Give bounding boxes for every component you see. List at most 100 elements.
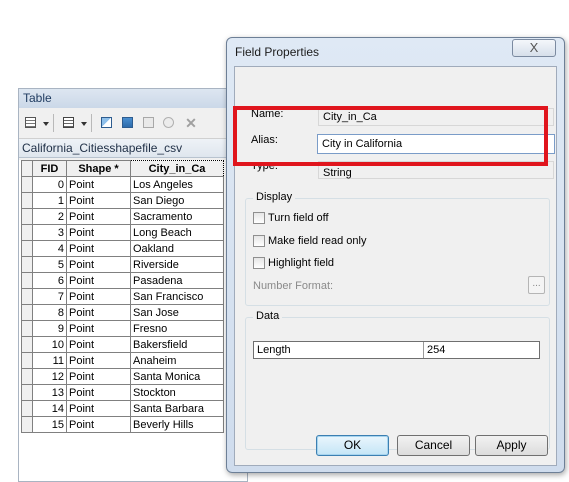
cell-shape[interactable]: Point bbox=[66, 320, 131, 337]
delete-selected-icon[interactable]: ✕ bbox=[183, 115, 199, 131]
table-row[interactable]: 12 Point Santa Monica bbox=[21, 368, 224, 385]
table-options-icon[interactable] bbox=[23, 115, 39, 131]
cell-fid[interactable]: 6 bbox=[32, 272, 67, 289]
apply-button[interactable]: Apply bbox=[475, 435, 548, 456]
row-selector[interactable] bbox=[21, 240, 33, 257]
cell-fid[interactable]: 10 bbox=[32, 336, 67, 353]
cell-shape[interactable]: Point bbox=[66, 176, 131, 193]
cell-shape[interactable]: Point bbox=[66, 400, 131, 417]
table-row[interactable]: 13 Point Stockton bbox=[21, 384, 224, 401]
cell-city[interactable]: Fresno bbox=[130, 320, 224, 337]
cell-city[interactable]: San Diego bbox=[130, 192, 224, 209]
table-row[interactable]: 1 Point San Diego bbox=[21, 192, 224, 209]
cell-shape[interactable]: Point bbox=[66, 384, 131, 401]
row-selector[interactable] bbox=[21, 416, 33, 433]
table-row[interactable]: 15 Point Beverly Hills bbox=[21, 416, 224, 433]
cell-shape[interactable]: Point bbox=[66, 288, 131, 305]
table-row[interactable]: 7 Point San Francisco bbox=[21, 288, 224, 305]
data-property-value[interactable]: 254 bbox=[424, 342, 539, 358]
table-row[interactable]: 8 Point San Jose bbox=[21, 304, 224, 321]
cell-city[interactable]: Santa Barbara bbox=[130, 400, 224, 417]
cell-city[interactable]: Santa Monica bbox=[130, 368, 224, 385]
cell-shape[interactable]: Point bbox=[66, 304, 131, 321]
cell-shape[interactable]: Point bbox=[66, 256, 131, 273]
cell-city[interactable]: Los Angeles bbox=[130, 176, 224, 193]
row-selector[interactable] bbox=[21, 192, 33, 209]
cell-fid[interactable]: 4 bbox=[32, 240, 67, 257]
cell-shape[interactable]: Point bbox=[66, 416, 131, 433]
table-row[interactable]: 4 Point Oakland bbox=[21, 240, 224, 257]
cell-city[interactable]: Beverly Hills bbox=[130, 416, 224, 433]
table-options-dropdown-icon[interactable] bbox=[43, 122, 49, 126]
close-button[interactable]: X bbox=[512, 39, 556, 57]
clear-selection-icon[interactable] bbox=[141, 115, 157, 131]
table-row[interactable]: 11 Point Anaheim bbox=[21, 352, 224, 369]
row-selector[interactable] bbox=[21, 176, 33, 193]
cell-fid[interactable]: 1 bbox=[32, 192, 67, 209]
cell-shape[interactable]: Point bbox=[66, 272, 131, 289]
table-row[interactable]: 3 Point Long Beach bbox=[21, 224, 224, 241]
related-tables-dropdown-icon[interactable] bbox=[81, 122, 87, 126]
row-selector[interactable] bbox=[21, 320, 33, 337]
cell-fid[interactable]: 2 bbox=[32, 208, 67, 225]
select-by-attributes-icon[interactable] bbox=[99, 115, 115, 131]
cell-city[interactable]: San Jose bbox=[130, 304, 224, 321]
cell-city[interactable]: San Francisco bbox=[130, 288, 224, 305]
cell-fid[interactable]: 9 bbox=[32, 320, 67, 337]
cell-shape[interactable]: Point bbox=[66, 192, 131, 209]
column-header-city[interactable]: City_in_Ca bbox=[130, 160, 224, 177]
highlight-field-checkbox[interactable] bbox=[253, 257, 265, 269]
cell-fid[interactable]: 15 bbox=[32, 416, 67, 433]
cell-city[interactable]: Anaheim bbox=[130, 352, 224, 369]
cell-fid[interactable]: 7 bbox=[32, 288, 67, 305]
cell-fid[interactable]: 5 bbox=[32, 256, 67, 273]
zoom-to-selected-icon[interactable] bbox=[161, 115, 177, 131]
table-row[interactable]: 2 Point Sacramento bbox=[21, 208, 224, 225]
ok-button[interactable]: OK bbox=[316, 435, 389, 456]
row-selector[interactable] bbox=[21, 256, 33, 273]
table-row[interactable]: 10 Point Bakersfield bbox=[21, 336, 224, 353]
cell-shape[interactable]: Point bbox=[66, 368, 131, 385]
cell-shape[interactable]: Point bbox=[66, 208, 131, 225]
cell-fid[interactable]: 0 bbox=[32, 176, 67, 193]
table-row[interactable]: 9 Point Fresno bbox=[21, 320, 224, 337]
cell-shape[interactable]: Point bbox=[66, 224, 131, 241]
cell-city[interactable]: Riverside bbox=[130, 256, 224, 273]
cell-city[interactable]: Pasadena bbox=[130, 272, 224, 289]
cell-city[interactable]: Sacramento bbox=[130, 208, 224, 225]
row-selector[interactable] bbox=[21, 224, 33, 241]
table-row[interactable]: 0 Point Los Angeles bbox=[21, 176, 224, 193]
table-row[interactable]: 6 Point Pasadena bbox=[21, 272, 224, 289]
cell-city[interactable]: Long Beach bbox=[130, 224, 224, 241]
cancel-button[interactable]: Cancel bbox=[397, 435, 470, 456]
row-selector[interactable] bbox=[21, 272, 33, 289]
cell-fid[interactable]: 11 bbox=[32, 352, 67, 369]
row-selector-header[interactable] bbox=[21, 160, 33, 177]
cell-shape[interactable]: Point bbox=[66, 240, 131, 257]
number-format-button[interactable]: ... bbox=[528, 276, 545, 294]
row-selector[interactable] bbox=[21, 368, 33, 385]
cell-shape[interactable]: Point bbox=[66, 336, 131, 353]
table-row[interactable]: 14 Point Santa Barbara bbox=[21, 400, 224, 417]
cell-city[interactable]: Stockton bbox=[130, 384, 224, 401]
column-header-shape[interactable]: Shape * bbox=[66, 160, 131, 177]
cell-fid[interactable]: 8 bbox=[32, 304, 67, 321]
row-selector[interactable] bbox=[21, 288, 33, 305]
cell-shape[interactable]: Point bbox=[66, 352, 131, 369]
row-selector[interactable] bbox=[21, 208, 33, 225]
cell-fid[interactable]: 12 bbox=[32, 368, 67, 385]
table-tab[interactable]: California_Citiesshapefile_csv bbox=[19, 139, 247, 158]
row-selector[interactable] bbox=[21, 336, 33, 353]
switch-selection-icon[interactable] bbox=[120, 115, 136, 131]
read-only-checkbox[interactable] bbox=[253, 235, 265, 247]
row-selector[interactable] bbox=[21, 352, 33, 369]
row-selector[interactable] bbox=[21, 384, 33, 401]
row-selector[interactable] bbox=[21, 304, 33, 321]
cell-city[interactable]: Bakersfield bbox=[130, 336, 224, 353]
row-selector[interactable] bbox=[21, 400, 33, 417]
related-tables-icon[interactable] bbox=[61, 115, 77, 131]
cell-fid[interactable]: 13 bbox=[32, 384, 67, 401]
column-header-fid[interactable]: FID bbox=[32, 160, 67, 177]
table-row[interactable]: 5 Point Riverside bbox=[21, 256, 224, 273]
cell-fid[interactable]: 14 bbox=[32, 400, 67, 417]
